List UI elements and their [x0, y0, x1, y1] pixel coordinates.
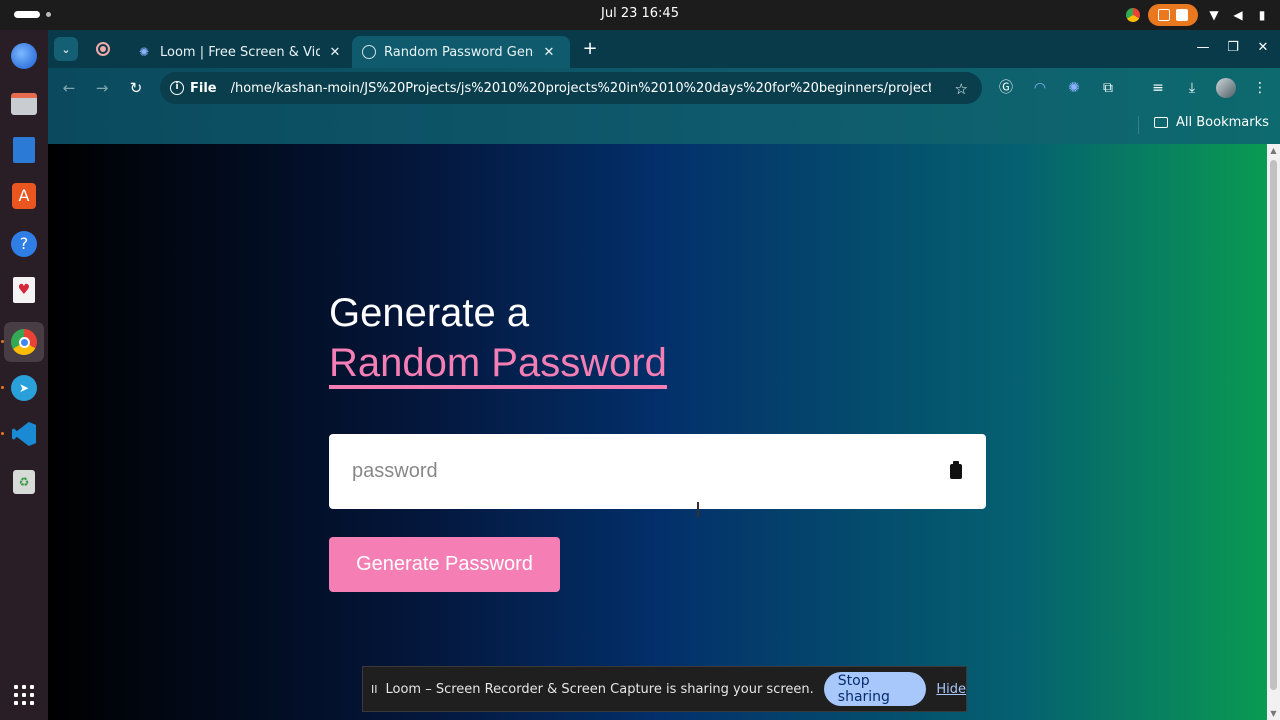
cast-icon	[1158, 9, 1170, 21]
stop-icon	[1176, 9, 1188, 21]
bookmarks-divider	[1138, 116, 1139, 134]
tab-title: Random Password Generator	[384, 44, 534, 60]
extensions-puzzle-icon[interactable]: ⧉	[1098, 78, 1118, 98]
chrome-running-indicator	[1, 340, 4, 343]
globe-favicon-icon	[362, 45, 376, 59]
solitaire-icon[interactable]: ♥	[8, 274, 40, 306]
loom-favicon-icon: ✺	[138, 45, 150, 59]
bookmarks-bar: All Bookmarks	[48, 108, 1280, 144]
tab-loom[interactable]: ✺ Loom | Free Screen & Video Recording ✕	[126, 36, 348, 68]
address-url[interactable]: /home/kashan-moin/JS%20Projects/js%2010%…	[231, 81, 931, 96]
folder-icon	[1154, 117, 1168, 128]
bookmark-star-icon[interactable]: ☆	[955, 80, 968, 98]
pause-icon: II	[371, 682, 378, 696]
system-tray[interactable]: ▼ ◀ ▮	[1126, 4, 1270, 26]
back-icon[interactable]: ←	[60, 79, 78, 97]
new-tab-button[interactable]: +	[580, 39, 600, 59]
recording-indicator-icon[interactable]	[96, 42, 110, 56]
media-controls-icon[interactable]: ≡	[1148, 78, 1168, 98]
hide-sharing-bar-link[interactable]: Hide	[936, 682, 966, 697]
battery-icon[interactable]: ▮	[1254, 7, 1270, 23]
password-placeholder: password	[352, 460, 438, 482]
scroll-up-icon[interactable]: ▲	[1269, 146, 1278, 155]
clock[interactable]: Jul 23 16:45	[0, 6, 1280, 21]
close-tab-icon[interactable]: ✕	[540, 45, 558, 60]
trash-icon[interactable]: ♻	[8, 466, 40, 498]
profile-avatar[interactable]	[1216, 78, 1236, 98]
site-info-icon[interactable]: i	[170, 81, 184, 95]
heading-line-1: Generate a	[329, 291, 530, 335]
volume-icon[interactable]: ◀	[1230, 7, 1246, 23]
browser-toolbar: ← → ↻ i File /home/kashan-moin/JS%20Proj…	[48, 68, 1280, 108]
loom-extension-icon[interactable]: ✺	[1064, 78, 1084, 98]
scroll-down-icon[interactable]: ▼	[1269, 709, 1278, 718]
show-apps-icon[interactable]	[14, 685, 34, 705]
downloads-icon[interactable]: ⤓	[1182, 78, 1202, 98]
clipboard-copy-icon[interactable]	[950, 461, 962, 479]
tab-password-generator[interactable]: Random Password Generator ✕	[352, 36, 570, 68]
app-center-icon[interactable]: A	[8, 180, 40, 212]
page-viewport: Generate a Random Password password Gene…	[48, 144, 1267, 720]
stop-sharing-button[interactable]: Stop sharing	[823, 672, 927, 706]
all-bookmarks-label: All Bookmarks	[1176, 115, 1269, 130]
grammarly-extension-icon[interactable]: Ⓖ	[996, 78, 1016, 98]
telegram-running-indicator	[1, 386, 4, 389]
close-tab-icon[interactable]: ✕	[326, 45, 344, 60]
extension-arc-icon[interactable]: ◠	[1030, 78, 1050, 98]
forward-icon[interactable]: →	[93, 79, 111, 97]
screen-sharing-bar: II Loom – Screen Recorder & Screen Captu…	[362, 666, 967, 712]
tab-search-chevron-icon[interactable]: ⌄	[54, 37, 78, 61]
generate-password-button[interactable]: Generate Password	[329, 537, 560, 592]
screen-share-indicator[interactable]	[1148, 4, 1198, 26]
vscode-icon[interactable]	[8, 418, 40, 450]
telegram-icon[interactable]: ➤	[8, 372, 40, 404]
reload-icon[interactable]: ↻	[127, 79, 145, 97]
tab-strip: ⌄ ✺ Loom | Free Screen & Video Recording…	[48, 30, 1280, 68]
address-scheme: File	[190, 80, 217, 96]
dock: A ? ♥ ➤ ♻	[0, 30, 48, 720]
password-field[interactable]: password	[329, 434, 986, 509]
page-heading: Generate a Random Password	[329, 288, 667, 389]
page-scrollbar[interactable]: ▲ ▼	[1267, 144, 1280, 720]
text-cursor	[697, 502, 699, 518]
restore-icon[interactable]: ❐	[1224, 40, 1242, 55]
chrome-icon[interactable]	[4, 322, 44, 362]
close-window-icon[interactable]: ✕	[1254, 40, 1272, 55]
sharing-message: Loom – Screen Recorder & Screen Capture …	[385, 681, 814, 697]
help-icon[interactable]: ?	[8, 228, 40, 260]
minimize-icon[interactable]: —	[1194, 40, 1212, 55]
thunderbird-icon[interactable]	[8, 40, 40, 72]
wifi-icon[interactable]: ▼	[1206, 7, 1222, 23]
tab-title: Loom | Free Screen & Video Recording	[160, 44, 320, 60]
files-icon[interactable]	[8, 88, 40, 120]
scrollbar-thumb[interactable]	[1270, 160, 1277, 690]
writer-icon[interactable]	[8, 134, 40, 166]
browser-window: ⌄ ✺ Loom | Free Screen & Video Recording…	[48, 30, 1280, 144]
menu-kebab-icon[interactable]: ⋮	[1250, 78, 1270, 98]
system-top-bar: Jul 23 16:45 ▼ ◀ ▮	[0, 0, 1280, 30]
heading-line-2: Random Password	[329, 341, 667, 389]
all-bookmarks-button[interactable]: All Bookmarks	[1154, 115, 1269, 130]
chrome-tray-icon[interactable]	[1126, 8, 1140, 22]
vscode-running-indicator	[1, 432, 4, 435]
address-bar[interactable]: i File /home/kashan-moin/JS%20Projects/j…	[160, 72, 982, 104]
